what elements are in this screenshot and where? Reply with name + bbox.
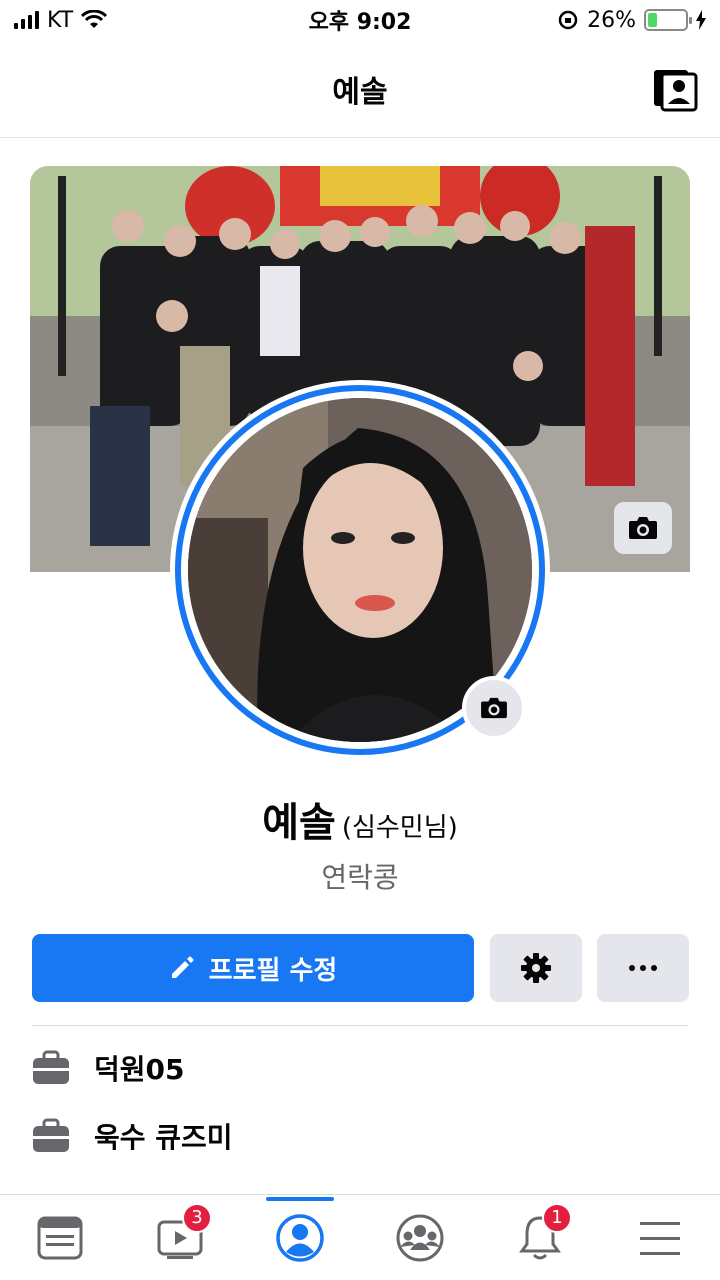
nav-notifications[interactable]: 1 bbox=[500, 1202, 580, 1273]
nav-active-indicator bbox=[266, 1196, 334, 1201]
battery-percent: 26% bbox=[587, 7, 636, 33]
menu-icon bbox=[640, 1221, 680, 1255]
more-icon bbox=[629, 965, 657, 971]
notifications-badge: 1 bbox=[542, 1202, 572, 1233]
battery-icon bbox=[644, 9, 692, 31]
nav-news-feed[interactable] bbox=[20, 1203, 100, 1273]
camera-icon bbox=[481, 697, 507, 719]
profile-name-main: 예솔 bbox=[262, 800, 336, 846]
orientation-lock-icon bbox=[558, 10, 578, 30]
nav-menu[interactable] bbox=[620, 1203, 700, 1273]
edit-profile-label: 프로필 수정 bbox=[208, 955, 338, 986]
profile-alt-name: (심수민님) bbox=[341, 813, 458, 843]
nav-groups[interactable] bbox=[380, 1203, 460, 1273]
news-feed-icon bbox=[37, 1216, 83, 1259]
nav-profile[interactable] bbox=[260, 1196, 340, 1273]
section-divider bbox=[32, 1025, 688, 1026]
cover-camera-button[interactable] bbox=[614, 502, 672, 554]
pencil-icon bbox=[171, 956, 194, 978]
briefcase-icon bbox=[33, 1118, 69, 1152]
signal-icon bbox=[14, 11, 39, 29]
profile-camera-button[interactable] bbox=[462, 676, 526, 740]
contact-card-icon[interactable] bbox=[652, 66, 698, 112]
status-bar: KT 오후 9:02 26% bbox=[0, 0, 720, 40]
info-item-text: 덕원05 bbox=[94, 1053, 185, 1086]
page-title: 예솔 bbox=[332, 74, 388, 110]
settings-button[interactable] bbox=[490, 934, 582, 1002]
edit-profile-button[interactable]: 프로필 수정 bbox=[32, 934, 474, 1002]
wifi-icon bbox=[81, 10, 108, 28]
bottom-nav: 3 1 bbox=[0, 1194, 720, 1280]
info-item-text: 욱수 큐즈미 bbox=[94, 1121, 233, 1154]
carrier-label: KT bbox=[47, 7, 74, 33]
more-button[interactable] bbox=[597, 934, 689, 1002]
nav-watch[interactable]: 3 bbox=[140, 1202, 220, 1273]
profile-header: 예솔 bbox=[0, 40, 720, 138]
gear-icon bbox=[521, 953, 551, 983]
info-item-work[interactable]: 욱수 큐즈미 bbox=[32, 1116, 233, 1156]
profile-name: 예솔 (심수민님) bbox=[0, 790, 720, 848]
status-right: 26% bbox=[557, 8, 706, 33]
briefcase-icon bbox=[33, 1050, 69, 1084]
battery-fill bbox=[648, 13, 658, 27]
status-left: KT bbox=[14, 7, 108, 33]
groups-icon bbox=[396, 1214, 444, 1261]
watch-badge: 3 bbox=[182, 1202, 212, 1233]
profile-icon bbox=[276, 1213, 324, 1262]
camera-icon bbox=[629, 517, 657, 539]
charging-icon bbox=[696, 10, 706, 30]
profile-nickname: 연락콩 bbox=[321, 861, 399, 894]
info-item-work[interactable]: 덕원05 bbox=[32, 1048, 185, 1088]
